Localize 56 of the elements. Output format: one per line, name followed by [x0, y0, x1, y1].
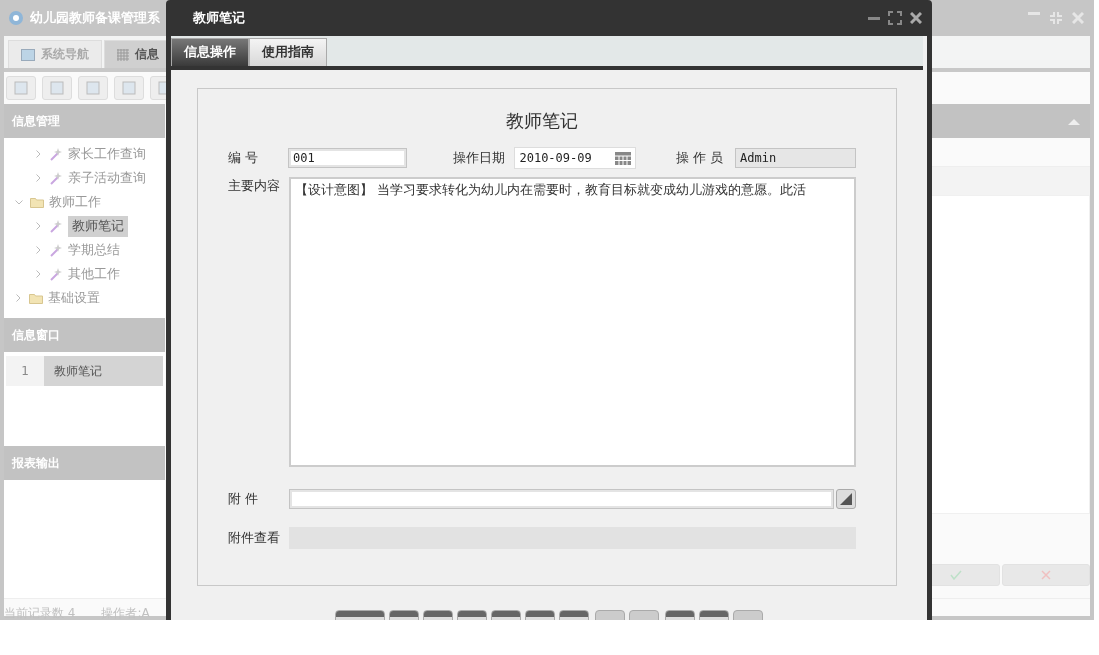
tree-item[interactable]: 其他工作 — [68, 265, 120, 283]
field-label: 主要内容 — [228, 177, 281, 195]
date-picker[interactable]: 2010-09-09 — [514, 147, 637, 169]
tree-folder[interactable]: 基础设置 — [48, 289, 100, 307]
section-header: 信息管理 — [4, 104, 165, 138]
cross-icon — [1041, 570, 1051, 580]
dialog-tab[interactable]: 信息操作 — [171, 38, 249, 66]
maximize-icon — [888, 11, 902, 25]
folder-icon — [30, 196, 44, 208]
wand-icon — [49, 267, 63, 281]
attachment-field[interactable] — [289, 489, 834, 509]
field-label: 操 作 员 — [675, 149, 725, 167]
close-icon — [910, 12, 922, 24]
logo-icon — [8, 10, 24, 26]
tree-item[interactable]: 教师笔记 — [68, 215, 128, 237]
dialog-title: 教师笔记 — [193, 9, 245, 27]
field-label: 编 号 — [228, 149, 260, 167]
wand-icon — [49, 219, 63, 233]
wand-icon — [49, 243, 63, 257]
edit-icon — [840, 493, 852, 505]
tree-item[interactable]: 亲子活动查询 — [68, 169, 146, 187]
minimize-icon — [1028, 12, 1040, 15]
calendar-icon — [615, 151, 632, 165]
tree-item[interactable]: 学期总结 — [68, 241, 120, 259]
list-item[interactable]: 教师笔记 — [44, 356, 163, 386]
chevron-right-icon[interactable] — [36, 174, 41, 182]
field-label: 附 件 — [228, 490, 260, 508]
section-header: 报表输出 — [4, 446, 165, 480]
close-icon — [1072, 12, 1084, 24]
chevron-right-icon[interactable] — [36, 246, 41, 254]
content-field[interactable]: 【设计意图】 当学习要求转化为幼儿内在需要时，教育目标就变成幼儿游戏的意愿。此活 — [289, 177, 856, 467]
section-header: 信息窗口 — [4, 318, 165, 352]
field-label: 操作日期 — [453, 149, 507, 167]
chevron-right-icon[interactable] — [36, 270, 41, 278]
tree-item[interactable]: 家长工作查询 — [68, 145, 146, 163]
monitor-icon — [21, 48, 35, 61]
tree-folder[interactable]: 教师工作 — [49, 193, 101, 211]
number-field[interactable]: 001 — [288, 148, 408, 168]
chevron-down-icon[interactable] — [15, 199, 23, 205]
minimize-icon — [868, 16, 880, 20]
app-title: 幼儿园教师备课管理系 — [30, 9, 160, 27]
attachment-button[interactable] — [836, 489, 856, 509]
field-label: 附件查看 — [228, 529, 281, 547]
chevron-right-icon[interactable] — [16, 294, 21, 302]
wand-icon — [49, 171, 63, 185]
check-icon — [950, 570, 962, 580]
collapse-up-icon — [1068, 117, 1080, 125]
wand-icon — [49, 147, 63, 161]
restore-icon — [1050, 12, 1062, 24]
chevron-right-icon[interactable] — [36, 222, 41, 230]
dialog-tab[interactable]: 使用指南 — [249, 38, 327, 66]
grid-icon — [117, 48, 129, 61]
folder-icon — [29, 292, 43, 304]
form-heading: 教师笔记 — [505, 109, 579, 133]
row-number: 1 — [6, 356, 44, 386]
chevron-right-icon[interactable] — [36, 150, 41, 158]
